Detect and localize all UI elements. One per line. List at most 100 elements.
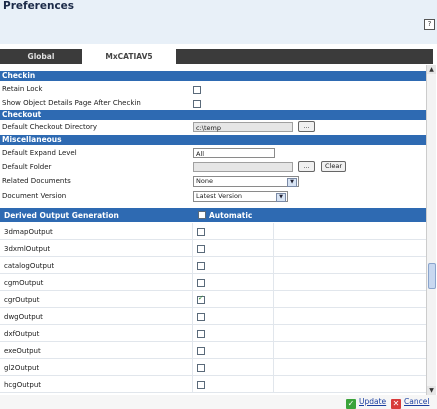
retain-lock-label: Retain Lock <box>2 85 43 93</box>
table-row: 3dxmlOutput <box>0 240 426 257</box>
preferences-content: Checkin Retain Lock Show Object Details … <box>0 65 426 395</box>
column-divider <box>273 359 274 375</box>
automatic-checkbox[interactable] <box>197 262 205 270</box>
help-icon[interactable] <box>424 19 435 30</box>
cancel-label: Cancel <box>404 397 430 406</box>
chevron-down-icon[interactable]: ▼ <box>287 178 297 187</box>
output-name: catalogOutput <box>4 262 55 270</box>
automatic-checkbox[interactable] <box>197 228 205 236</box>
column-divider <box>273 308 274 324</box>
automatic-checkbox[interactable] <box>197 294 205 304</box>
update-label: Update <box>359 397 387 406</box>
column-divider <box>273 291 274 307</box>
output-name: 3dxmlOutput <box>4 245 51 253</box>
column-divider <box>273 274 274 290</box>
automatic-column-header: Automatic <box>198 211 252 220</box>
expand-level-label: Default Expand Level <box>2 149 77 157</box>
automatic-checkbox[interactable] <box>197 330 205 338</box>
output-name: 3dmapOutput <box>4 228 53 236</box>
output-name: cgrOutput <box>4 296 40 304</box>
table-row: dwgOutput <box>0 308 426 325</box>
tab-mxcatiav5[interactable]: MxCATIAV5 <box>82 49 176 65</box>
automatic-label: Automatic <box>209 211 253 220</box>
default-folder-clear-button[interactable]: Clear <box>321 161 346 172</box>
output-name: exeOutput <box>4 347 41 355</box>
table-row: dxfOutput <box>0 325 426 342</box>
derived-output-title: Derived Output Generation <box>4 211 119 220</box>
row-expand-level: Default Expand Level All <box>0 147 426 160</box>
close-icon: ✕ <box>391 399 401 409</box>
column-divider <box>192 325 193 341</box>
derived-output-header: Derived Output Generation Automatic <box>0 208 426 222</box>
output-name: dwgOutput <box>4 313 43 321</box>
column-divider <box>192 291 193 307</box>
related-documents-label: Related Documents <box>2 177 71 185</box>
column-divider <box>273 342 274 358</box>
row-default-folder: Default Folder ... Clear <box>0 161 426 174</box>
document-version-label: Document Version <box>2 192 67 200</box>
output-name: hcgOutput <box>4 381 42 389</box>
table-row: 3dmapOutput <box>0 223 426 240</box>
table-row: cgmOutput <box>0 274 426 291</box>
section-checkout: Checkout <box>0 110 426 120</box>
retain-lock-checkbox[interactable] <box>193 86 201 94</box>
row-related-documents: Related Documents None ▼ <box>0 175 426 188</box>
row-show-object-details: Show Object Details Page After Checkin <box>0 97 426 110</box>
row-default-checkout-dir: Default Checkout Directory c:\temp ... <box>0 121 426 134</box>
column-divider <box>192 308 193 324</box>
column-divider <box>192 223 193 239</box>
automatic-checkbox[interactable] <box>197 364 205 372</box>
column-divider <box>192 240 193 256</box>
table-row: cgrOutput <box>0 291 426 308</box>
column-divider <box>273 257 274 273</box>
scroll-up-icon[interactable]: ▲ <box>427 65 436 74</box>
column-divider <box>273 223 274 239</box>
show-object-details-checkbox[interactable] <box>193 100 201 108</box>
related-documents-value: None <box>196 177 213 185</box>
expand-level-input[interactable]: All <box>193 148 275 158</box>
document-version-value: Latest Version <box>196 192 243 200</box>
footer-bar: ✓ Update ✕ Cancel <box>0 395 437 409</box>
page-title: Preferences <box>3 0 75 12</box>
column-divider <box>273 325 274 341</box>
checkout-dir-browse-button[interactable]: ... <box>298 121 315 132</box>
update-button[interactable]: ✓ Update <box>346 396 387 409</box>
output-name: gl2Output <box>4 364 40 372</box>
scroll-down-icon[interactable]: ▼ <box>427 386 436 395</box>
related-documents-select[interactable]: None ▼ <box>193 176 299 187</box>
window-header: Preferences <box>0 0 437 44</box>
default-folder-browse-button[interactable]: ... <box>298 161 315 172</box>
column-divider <box>192 274 193 290</box>
row-retain-lock: Retain Lock <box>0 83 426 96</box>
document-version-select[interactable]: Latest Version ▼ <box>193 191 288 202</box>
automatic-all-checkbox[interactable] <box>198 211 206 219</box>
cancel-button[interactable]: ✕ Cancel <box>391 396 430 409</box>
output-name: dxfOutput <box>4 330 40 338</box>
column-divider <box>273 376 274 392</box>
default-folder-label: Default Folder <box>2 163 52 171</box>
vertical-scrollbar[interactable]: ▲ ▼ <box>426 65 436 395</box>
table-row: hcgOutput <box>0 376 426 393</box>
column-divider <box>192 376 193 392</box>
table-row: catalogOutput <box>0 257 426 274</box>
row-document-version: Document Version Latest Version ▼ <box>0 190 426 203</box>
automatic-checkbox[interactable] <box>197 381 205 389</box>
tab-bar: Global MxCATIAV5 <box>0 49 433 65</box>
tab-global[interactable]: Global <box>0 49 82 64</box>
checkout-dir-label: Default Checkout Directory <box>2 123 98 131</box>
automatic-checkbox[interactable] <box>197 245 205 253</box>
column-divider <box>192 342 193 358</box>
table-row: exeOutput <box>0 342 426 359</box>
column-divider <box>273 240 274 256</box>
scroll-thumb[interactable] <box>428 263 436 289</box>
column-divider <box>192 359 193 375</box>
checkout-dir-field[interactable]: c:\temp <box>193 122 293 132</box>
automatic-checkbox[interactable] <box>197 347 205 355</box>
default-folder-field[interactable] <box>193 162 293 172</box>
section-miscellaneous: Miscellaneous <box>0 135 426 145</box>
chevron-down-icon[interactable]: ▼ <box>276 193 286 202</box>
automatic-checkbox[interactable] <box>197 279 205 287</box>
automatic-checkbox[interactable] <box>197 313 205 321</box>
check-icon: ✓ <box>346 399 356 409</box>
column-divider <box>192 257 193 273</box>
